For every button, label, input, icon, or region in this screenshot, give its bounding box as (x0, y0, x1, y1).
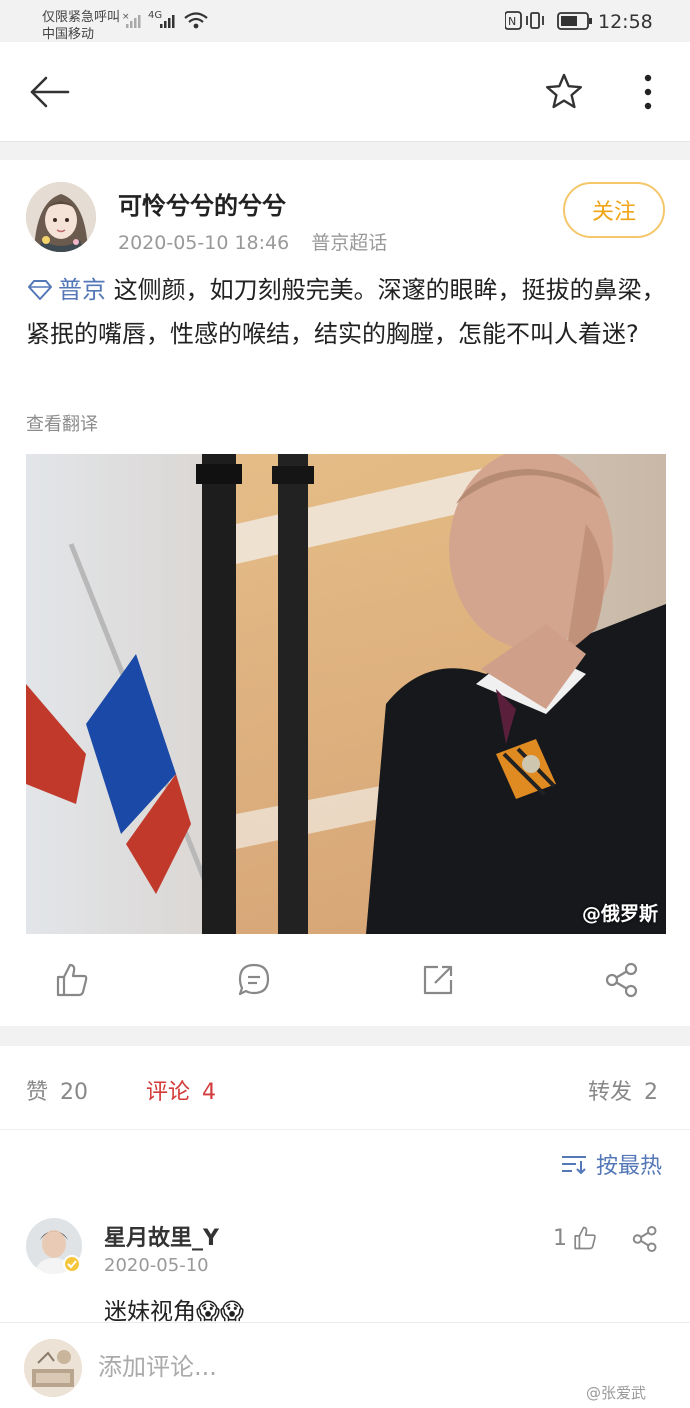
tab-comments[interactable]: 评论 4 (146, 1074, 216, 1106)
system-status-icons: N (505, 11, 592, 30)
post-meta: 2020-05-10 18:46 普京超话 (118, 228, 387, 255)
comment-date: 2020-05-10 (104, 1255, 209, 1276)
post-text: 普京 这侧颜，如刀刻般完美。深邃的眼眸，挺拔的鼻梁，紧抿的嘴唇，性感的喉结，结实… (26, 268, 666, 356)
anime-girl-avatar-icon (26, 182, 96, 252)
wifi-icon (184, 12, 208, 29)
post-photo[interactable]: @俄罗斯 (26, 454, 666, 934)
tab-reposts-count: 2 (644, 1080, 659, 1105)
like-icon[interactable] (52, 960, 92, 1000)
section-divider (0, 142, 690, 160)
svg-text:×: × (122, 12, 130, 22)
tab-likes-label: 赞 (26, 1080, 49, 1105)
signal-4g-icon (160, 15, 175, 28)
comment-share-icon[interactable] (630, 1224, 660, 1254)
post-body: 这侧颜，如刀刻般完美。深邃的眼眸，挺拔的鼻梁，紧抿的嘴唇，性感的喉结，结实的胸膛… (26, 276, 666, 348)
commenter-avatar[interactable] (26, 1218, 82, 1274)
status-bar: 仅限紧急呼叫 中国移动 × 4G N 12:58 (0, 0, 690, 42)
tab-comments-count: 4 (202, 1080, 217, 1105)
follow-button[interactable]: 关注 (563, 182, 665, 238)
photo-image (26, 454, 666, 934)
signal-icon: × (122, 12, 141, 28)
svg-text:N: N (508, 15, 516, 28)
comment-input[interactable] (98, 1345, 538, 1389)
post-action-bar (0, 946, 690, 1016)
tab-comments-label: 评论 (146, 1080, 191, 1105)
author-name[interactable]: 可怜兮兮的兮兮 (118, 186, 286, 221)
top-nav (0, 42, 690, 142)
tab-reposts-label: 转发 (588, 1080, 633, 1105)
post-source[interactable]: 普京超话 (311, 232, 387, 254)
clock: 12:58 (598, 11, 653, 33)
comment-like-count: 1 (553, 1225, 567, 1251)
comment-text: 迷妹视角😱😱 (104, 1299, 244, 1325)
sort-button[interactable]: 按最热 (560, 1148, 662, 1180)
post-date: 2020-05-10 18:46 (118, 232, 290, 254)
diamond-topic-icon (28, 280, 52, 300)
comment-icon[interactable] (234, 960, 274, 1000)
back-arrow-icon[interactable] (28, 74, 72, 110)
sort-label: 按最热 (596, 1154, 663, 1179)
commenter-photo-icon (26, 1218, 82, 1274)
carrier-name: 中国移动 (42, 27, 95, 42)
sort-icon (562, 1156, 586, 1175)
translate-link[interactable]: 查看翻译 (26, 410, 98, 436)
stats-tabs: 赞 20 评论 4 转发 2 (0, 1046, 690, 1130)
like-icon (574, 1226, 596, 1250)
author-avatar[interactable] (26, 182, 96, 252)
comment-like-button[interactable]: 1 (553, 1224, 599, 1252)
my-avatar[interactable] (24, 1339, 82, 1397)
more-vertical-icon[interactable] (636, 72, 660, 112)
section-divider (0, 1026, 690, 1046)
star-icon[interactable] (545, 72, 583, 110)
topic-label: 普京 (58, 276, 106, 304)
commenter-name[interactable]: 星月故里_Y (104, 1220, 219, 1252)
tab-reposts[interactable]: 转发 2 (588, 1074, 658, 1106)
photo-watermark: @俄罗斯 (581, 903, 658, 925)
tab-likes-count: 20 (60, 1080, 89, 1105)
topic-link[interactable]: 普京 (26, 276, 106, 304)
my-avatar-image-icon (24, 1339, 82, 1397)
share-icon[interactable] (602, 960, 642, 1000)
repost-icon[interactable] (418, 960, 458, 1000)
corner-watermark: @张爱武 (586, 1384, 647, 1402)
tab-likes[interactable]: 赞 20 (26, 1074, 88, 1106)
